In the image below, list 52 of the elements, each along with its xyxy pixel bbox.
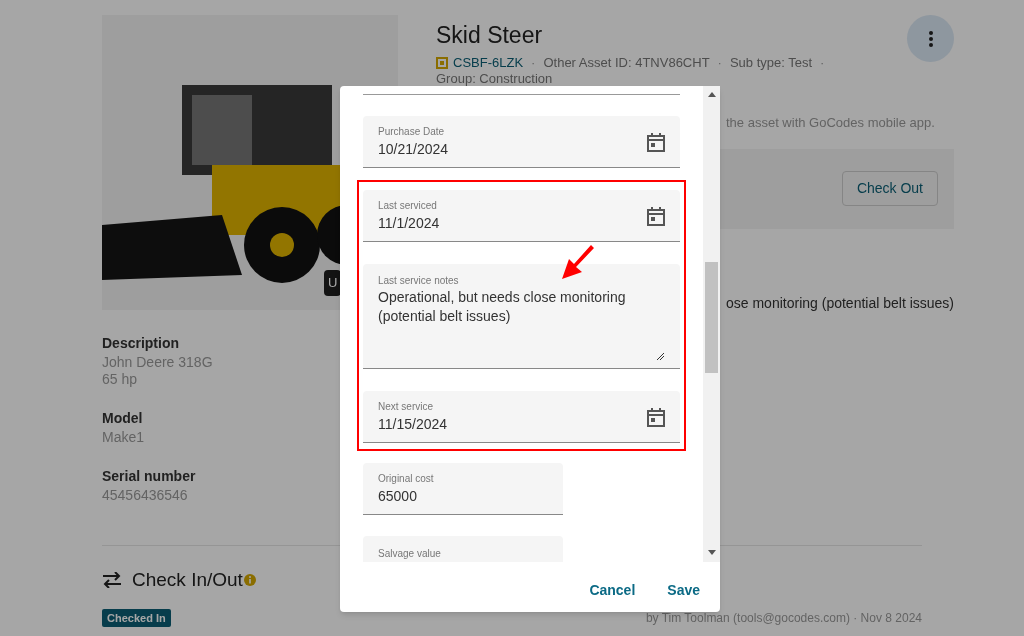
detail-value: 45456436546 <box>102 487 189 504</box>
field-label: Original cost <box>378 471 435 486</box>
scroll-down-icon[interactable] <box>708 550 716 555</box>
field-value: 11/15/2024 <box>378 414 448 434</box>
detail-value: Make1 <box>102 429 145 446</box>
date-field[interactable]: Next service 11/15/2024 <box>363 391 680 443</box>
scrollbar[interactable] <box>703 86 720 562</box>
date-field[interactable]: Purchase Date 10/21/2024 <box>363 116 680 168</box>
check-in-footer: by Tim Toolman (tools@gocodes.com) · Nov 8 2024 <box>645 609 922 627</box>
qr-code-icon <box>436 57 448 69</box>
arrow-annotation-icon <box>560 245 596 281</box>
text-field[interactable]: Original cost 65000 <box>363 463 563 515</box>
detail-label: Serial number <box>102 467 196 486</box>
save-button[interactable]: Save <box>661 576 706 605</box>
text-field[interactable]: Salvage value <box>363 536 563 562</box>
calendar-icon <box>647 205 665 226</box>
asset-meta: Group: Construction <box>436 71 553 87</box>
status-badge: Checked In <box>102 608 171 627</box>
detail-label: Model <box>102 409 144 428</box>
mobile-app-hint: the asset with GoCodes mobile app. <box>726 114 936 132</box>
field-value: 10/21/2024 <box>378 139 449 159</box>
detail-value: John Deere 318G 65 hp <box>102 354 213 388</box>
asset-meta: Other Asset ID: 4TNV86CHT <box>543 55 710 71</box>
calendar-icon <box>647 406 665 427</box>
asset-title: Skid Steer <box>436 21 544 50</box>
scrollbar-thumb[interactable] <box>705 262 718 373</box>
check-out-button[interactable]: Check Out <box>841 171 938 206</box>
field-value: Operational, but needs close monitoring (potential belt issues) <box>378 288 627 326</box>
notes-field[interactable]: Last service notes Operational, but needs close monitoring (potential belt issues) <box>363 264 680 369</box>
date-field[interactable]: Last serviced 11/1/2024 <box>363 190 680 242</box>
field-label: Salvage value <box>378 546 442 561</box>
service-notes-text: ose monitoring (potential belt issues) <box>726 293 954 313</box>
section-title: Check In/Out <box>132 568 243 592</box>
asset-code-link[interactable]: CSBF-6LZK <box>453 55 524 71</box>
more-icon <box>928 30 933 47</box>
field-value: 65000 <box>378 486 418 506</box>
field-label: Last service notes <box>378 274 460 288</box>
field-label: Next service <box>378 399 434 414</box>
field-value: 11/1/2024 <box>378 213 440 233</box>
swap-arrows-icon <box>102 572 122 589</box>
separator-dot: · <box>820 55 825 71</box>
calendar-icon <box>647 131 665 152</box>
resize-handle-icon[interactable] <box>656 352 664 360</box>
separator-dot: · <box>717 55 722 71</box>
cancel-button[interactable]: Cancel <box>583 576 642 605</box>
field-label: Last serviced <box>378 198 438 213</box>
separator-dot: · <box>531 55 536 71</box>
info-icon <box>243 574 256 587</box>
detail-label: Description <box>102 334 180 353</box>
asset-meta: Sub type: Test <box>729 55 813 71</box>
scroll-up-icon[interactable] <box>708 92 716 97</box>
field-label: Purchase Date <box>378 124 446 139</box>
